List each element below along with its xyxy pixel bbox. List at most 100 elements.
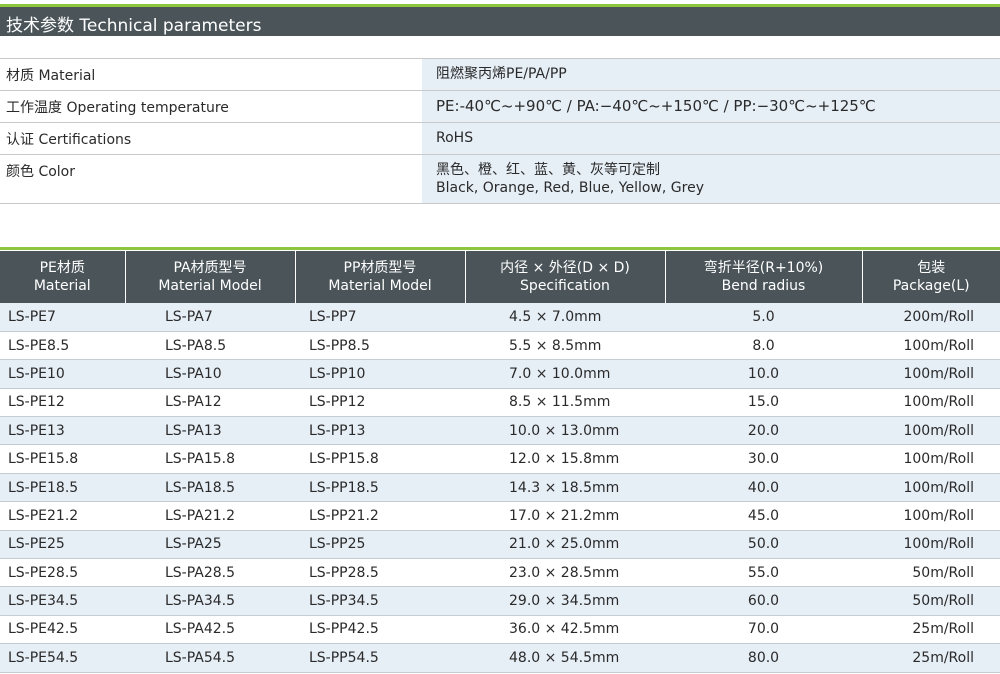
table-cell: 12.0 × 15.8mm (465, 444, 665, 474)
param-value: 黑色、橙、红、蓝、黄、灰等可定制 Black, Orange, Red, Blu… (422, 155, 1000, 203)
table-cell: 60.0 (665, 586, 862, 616)
param-value-line: 黑色、橙、红、蓝、黄、灰等可定制 (436, 162, 660, 178)
table-cell: LS-PA13 (125, 416, 295, 446)
table-cell: LS-PE7 (0, 303, 125, 332)
table-cell: LS-PA10 (125, 359, 295, 389)
table-row: LS-PE21.2 LS-PA21.2 LS-PP21.2 17.0 × 21.2mm… (0, 501, 1000, 531)
table-cell: 4.5 × 7.0mm (465, 303, 665, 332)
table-cell: 7.0 × 10.0mm (465, 359, 665, 389)
table-cell: 10.0 (665, 359, 862, 389)
table-cell: LS-PA42.5 (125, 615, 295, 645)
table-cell: LS-PP10 (295, 359, 465, 389)
table-cell: 100m/Roll (862, 473, 1000, 503)
table-cell: 45.0 (665, 501, 862, 531)
table-cell: 8.0 (665, 331, 862, 361)
column-header: PA材质型号 Material Model (124, 251, 295, 303)
table-cell: LS-PE54.5 (0, 643, 125, 673)
section-title: 技术参数 Technical parameters (6, 16, 262, 36)
param-value-line: PE:-40℃~+90℃ / PA:−40℃~+150℃ / PP:−30℃~+… (436, 97, 876, 115)
table-row: LS-PE34.5 LS-PA34.5 LS-PP34.5 29.0 × 34.5mm… (0, 586, 1000, 616)
column-header-line: Package(L) (892, 278, 970, 294)
column-header-line: PP材质型号 (343, 260, 417, 276)
table-row: LS-PE10 LS-PA10 LS-PP10 7.0 × 10.0mm 10.0 100… (0, 359, 1000, 389)
table-cell: 50m/Roll (862, 586, 1000, 616)
table-cell: LS-PA28.5 (125, 558, 295, 588)
table-cell: 100m/Roll (862, 444, 1000, 474)
table-cell: LS-PA54.5 (125, 643, 295, 673)
param-value: RoHS (422, 123, 1000, 154)
table-cell: LS-PA7 (125, 303, 295, 332)
table-cell: LS-PA8.5 (125, 331, 295, 361)
param-value-line: 阻燃聚丙烯PE/PA/PP (436, 66, 567, 82)
param-value-line: Black, Orange, Red, Blue, Yellow, Grey (436, 180, 704, 196)
param-label: 工作温度 Operating temperature (6, 100, 229, 116)
table-row: LS-PE12 LS-PA12 LS-PP12 8.5 × 11.5mm 15.0 100… (0, 388, 1000, 418)
table-cell: LS-PE28.5 (0, 558, 125, 588)
param-value-line: RoHS (436, 130, 474, 146)
table-cell: LS-PE12 (0, 388, 125, 418)
table-cell: LS-PE18.5 (0, 473, 125, 503)
table-cell: LS-PE13 (0, 416, 125, 446)
column-header-line: 包装 (917, 260, 946, 276)
param-label: 认证 Certifications (6, 132, 132, 148)
column-header-line: 弯折半径(R+10%) (703, 260, 824, 276)
table-cell: LS-PA21.2 (125, 501, 295, 531)
specification-table: PE材质 Material PA材质型号 Material Model PP材质型号 Ma… (0, 251, 1000, 673)
table-cell: LS-PA15.8 (125, 444, 295, 474)
param-row-temperature: 工作温度 Operating temperature PE:-40℃~+90℃ … (0, 90, 1000, 122)
table-cell: LS-PE15.8 (0, 444, 125, 474)
table-cell: 100m/Roll (862, 331, 1000, 361)
table-cell: 55.0 (665, 558, 862, 588)
table-cell: LS-PP42.5 (295, 615, 465, 645)
table-cell: 23.0 × 28.5mm (465, 558, 665, 588)
param-label: 颜色 Color (6, 164, 76, 180)
column-header-line: Specification (520, 278, 610, 294)
table-cell: 50.0 (665, 530, 862, 560)
column-header: 内径 × 外径(D × D) Specification (464, 251, 665, 303)
table-row: LS-PE54.5 LS-PA54.5 LS-PP54.5 48.0 × 54.5mm… (0, 643, 1000, 673)
table-cell: LS-PP8.5 (295, 331, 465, 361)
column-header-line: Bend radius (721, 278, 806, 294)
table-row: LS-PE15.8 LS-PA15.8 LS-PP15.8 12.0 × 15.8mm… (0, 444, 1000, 474)
table-cell: 100m/Roll (862, 359, 1000, 389)
table-cell: LS-PA25 (125, 530, 295, 560)
param-value: 阻燃聚丙烯PE/PA/PP (422, 59, 1000, 90)
column-header-line: Material (33, 278, 91, 294)
table-cell: LS-PP54.5 (295, 643, 465, 673)
table-cell: 48.0 × 54.5mm (465, 643, 665, 673)
table-cell: 29.0 × 34.5mm (465, 586, 665, 616)
table-cell: 100m/Roll (862, 501, 1000, 531)
table-cell: 5.0 (665, 303, 862, 332)
table-cell: LS-PP34.5 (295, 586, 465, 616)
table-cell: LS-PP7 (295, 303, 465, 332)
table-cell: 17.0 × 21.2mm (465, 501, 665, 531)
table-cell: 36.0 × 42.5mm (465, 615, 665, 645)
table-row: LS-PE7 LS-PA7 LS-PP7 4.5 × 7.0mm 5.0 200m/Rol… (0, 303, 1000, 332)
table-cell: LS-PP15.8 (295, 444, 465, 474)
table-row: LS-PE25 LS-PA25 LS-PP25 21.0 × 25.0mm 50.0 10… (0, 530, 1000, 560)
column-header-line: PA材质型号 (173, 260, 247, 276)
table-cell: LS-PE42.5 (0, 615, 125, 645)
accent-divider (0, 247, 1000, 250)
table-cell: 100m/Roll (862, 388, 1000, 418)
column-header: PP材质型号 Material Model (294, 251, 465, 303)
column-header-line: Material Model (328, 278, 432, 294)
column-header-line: 内径 × 外径(D × D) (500, 260, 630, 276)
parameters-table: 材质 Material 阻燃聚丙烯PE/PA/PP 工作温度 Operating… (0, 58, 1000, 204)
table-cell: 100m/Roll (862, 530, 1000, 560)
table-row: LS-PE28.5 LS-PA28.5 LS-PP28.5 23.0 × 28.5mm… (0, 558, 1000, 588)
column-header-line: PE材质 (39, 260, 85, 276)
column-header: 包装 Package(L) (861, 251, 1000, 303)
table-cell: LS-PA12 (125, 388, 295, 418)
table-cell: 80.0 (665, 643, 862, 673)
table-cell: LS-PE21.2 (0, 501, 125, 531)
table-cell: 21.0 × 25.0mm (465, 530, 665, 560)
table-cell: LS-PE8.5 (0, 331, 125, 361)
table-cell: 15.0 (665, 388, 862, 418)
param-row-material: 材质 Material 阻燃聚丙烯PE/PA/PP (0, 58, 1000, 90)
table-cell: 5.5 × 8.5mm (465, 331, 665, 361)
column-header: 弯折半径(R+10%) Bend radius (664, 251, 862, 303)
table-cell: 40.0 (665, 473, 862, 503)
table-cell: LS-PP25 (295, 530, 465, 560)
param-label: 材质 Material (6, 68, 96, 84)
